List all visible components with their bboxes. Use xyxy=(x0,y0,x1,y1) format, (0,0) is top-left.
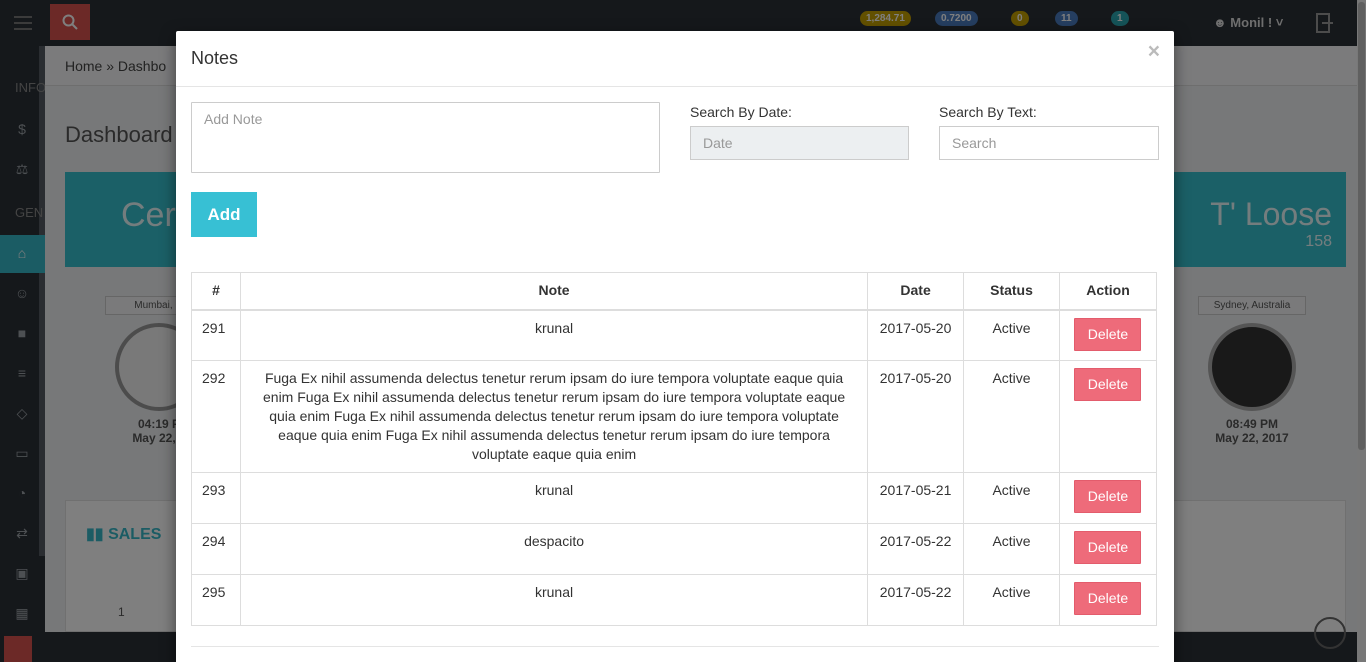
delete-button[interactable]: Delete xyxy=(1074,368,1142,401)
delete-button[interactable]: Delete xyxy=(1074,531,1142,564)
note-id: 293 xyxy=(191,472,241,524)
note-text: krunal xyxy=(239,309,869,361)
note-id: 291 xyxy=(191,309,241,361)
note-id: 295 xyxy=(191,574,241,626)
column-header-status: Status xyxy=(963,272,1060,311)
note-status: Active xyxy=(963,472,1060,524)
column-header-action: Action xyxy=(1058,272,1158,311)
note-status: Active xyxy=(963,309,1060,361)
note-action-cell: Delete xyxy=(1058,523,1158,575)
search-by-date-label: Search By Date: xyxy=(690,104,792,120)
notes-table: # Note Date Status Action 291 krunal 201… xyxy=(191,272,1158,626)
note-date: 2017-05-20 xyxy=(867,309,965,361)
note-id: 294 xyxy=(191,523,241,575)
table-row: 294 despacito 2017-05-22 Active Delete xyxy=(191,523,1158,575)
column-header-date: Date xyxy=(867,272,965,311)
add-note-textarea[interactable] xyxy=(191,102,660,173)
note-date: 2017-05-22 xyxy=(867,574,965,626)
note-status: Active xyxy=(963,574,1060,626)
search-date-input[interactable] xyxy=(690,126,909,160)
table-row: 291 krunal 2017-05-20 Active Delete xyxy=(191,309,1158,361)
note-text: Fuga Ex nihil assumenda delectus tenetur… xyxy=(239,360,869,473)
search-by-text-label: Search By Text: xyxy=(939,104,1037,120)
note-action-cell: Delete xyxy=(1058,574,1158,626)
modal-title: Notes xyxy=(191,48,239,68)
note-status: Active xyxy=(963,523,1060,575)
add-note-button[interactable]: Add xyxy=(191,192,257,237)
note-text: krunal xyxy=(239,472,869,524)
note-text: krunal xyxy=(239,574,869,626)
note-status: Active xyxy=(963,360,1060,473)
search-text-input[interactable] xyxy=(939,126,1159,160)
delete-button[interactable]: Delete xyxy=(1074,480,1142,513)
note-date: 2017-05-22 xyxy=(867,523,965,575)
table-row: 292 Fuga Ex nihil assumenda delectus ten… xyxy=(191,360,1158,473)
note-text: despacito xyxy=(239,523,869,575)
modal-footer-divider xyxy=(191,646,1159,647)
note-action-cell: Delete xyxy=(1058,309,1158,361)
column-header-note: Note xyxy=(239,272,869,311)
note-id: 292 xyxy=(191,360,241,473)
column-header-number: # xyxy=(191,272,241,311)
table-row: 295 krunal 2017-05-22 Active Delete xyxy=(191,574,1158,626)
notes-modal: Notes × Search By Date: Search By Text: … xyxy=(176,31,1174,662)
note-action-cell: Delete xyxy=(1058,472,1158,524)
table-header-row: # Note Date Status Action xyxy=(191,272,1158,311)
close-icon[interactable]: × xyxy=(1148,40,1160,64)
note-action-cell: Delete xyxy=(1058,360,1158,473)
delete-button[interactable]: Delete xyxy=(1074,317,1142,351)
table-row: 293 krunal 2017-05-21 Active Delete xyxy=(191,472,1158,524)
modal-header: Notes × xyxy=(176,31,1174,87)
note-date: 2017-05-21 xyxy=(867,472,965,524)
delete-button[interactable]: Delete xyxy=(1074,582,1142,615)
note-date: 2017-05-20 xyxy=(867,360,965,473)
